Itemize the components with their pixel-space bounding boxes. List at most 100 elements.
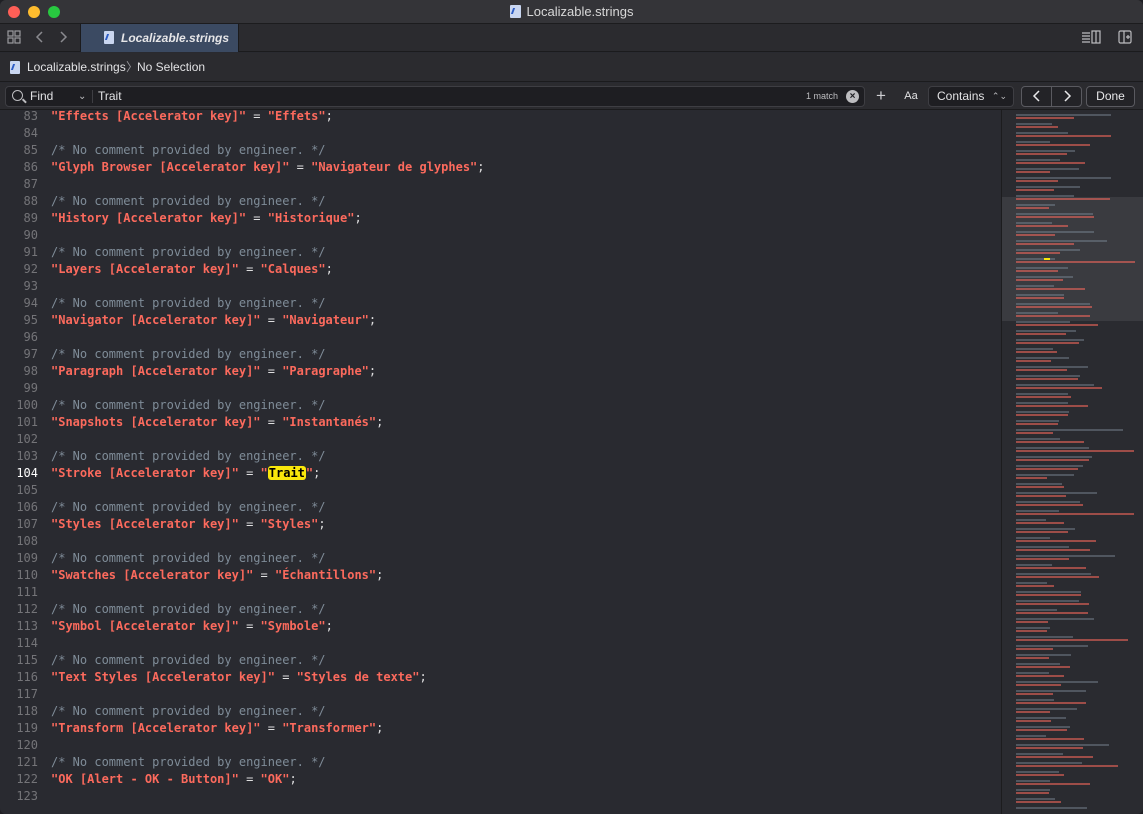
match-type-select[interactable]: Contains ⌃⌄ (928, 86, 1014, 107)
comment-text: /* No comment provided by engineer. */ (51, 551, 326, 565)
line-number: 123 (16, 789, 38, 803)
minimap-line (1016, 456, 1092, 458)
string-key: "Stroke [Accelerator key]" (51, 466, 239, 480)
minimap-line (1016, 708, 1077, 710)
minimap-line (1016, 306, 1092, 308)
minimap-line (1016, 423, 1058, 425)
minimap-line (1016, 582, 1047, 584)
line-number: 85 (23, 143, 38, 157)
minimap-line (1016, 195, 1074, 197)
assign-operator: = (238, 517, 261, 531)
minimap-line (1016, 531, 1068, 533)
line-number: 94 (23, 296, 38, 310)
source-editor[interactable]: 83 "Effects [Accelerator key]" = "Effets"… (0, 110, 1001, 814)
minimap-line (1016, 612, 1088, 614)
assign-operator: = (253, 568, 275, 582)
string-value: "Calques" (260, 262, 326, 276)
minimap-line (1016, 801, 1061, 803)
forward-arrow-icon[interactable] (55, 30, 71, 46)
line-number: 119 (16, 721, 38, 735)
minimap-line (1016, 783, 1090, 785)
minimap-line (1016, 441, 1084, 443)
minimap-line (1016, 690, 1086, 692)
line-number: 118 (16, 704, 38, 718)
find-mode-menu[interactable]: Find (30, 87, 53, 106)
line-number: 111 (16, 585, 38, 599)
minimap-line (1016, 402, 1068, 404)
add-editor-icon[interactable] (1117, 30, 1133, 46)
back-arrow-icon[interactable] (32, 30, 48, 46)
minimap-line (1016, 438, 1060, 440)
add-pattern-icon[interactable]: + (872, 86, 890, 107)
semicolon: ; (376, 415, 384, 429)
match-case-button[interactable]: Aa (900, 86, 922, 107)
minimap[interactable] (1001, 110, 1143, 814)
minimap-line (1016, 432, 1053, 434)
line-number: 116 (16, 670, 38, 684)
comment-text: /* No comment provided by engineer. */ (51, 704, 326, 718)
line-content: "Effects [Accelerator key]" = "Effets"; (51, 110, 333, 125)
minimap-line (1016, 798, 1055, 800)
minimap-line (1016, 321, 1070, 323)
minimap-line (1016, 198, 1110, 200)
minimap-line (1016, 675, 1064, 677)
minimap-line (1016, 735, 1046, 737)
minimap-line (1016, 666, 1070, 668)
minimap-line (1016, 744, 1109, 746)
minimap-line (1016, 621, 1048, 623)
minimap-line (1016, 189, 1054, 191)
minimap-line (1016, 339, 1084, 341)
string-value: "Historique" (267, 211, 355, 225)
adjust-editor-options-icon[interactable] (1080, 30, 1102, 46)
next-match-button[interactable] (1052, 87, 1082, 106)
find-field[interactable]: Find ⌄ Trait 1 match × (5, 86, 865, 107)
line-content: /* No comment provided by engineer. */ (51, 448, 326, 465)
line-number: 122 (16, 772, 38, 786)
line-number: 84 (23, 126, 38, 140)
minimap-line (1016, 765, 1118, 767)
find-input[interactable]: Trait (98, 87, 122, 106)
line-number: 83 (23, 110, 38, 123)
minimap-line (1016, 123, 1052, 125)
line-content: "OK [Alert - OK - Button]" = "OK"; (51, 771, 297, 788)
string-value: "Échantillons" (274, 568, 377, 582)
minimap-line (1016, 693, 1053, 695)
minimap-line (1016, 240, 1107, 242)
minimap-line (1016, 150, 1075, 152)
comment-text: /* No comment provided by engineer. */ (51, 296, 326, 310)
minimap-line (1016, 243, 1074, 245)
chevron-right-icon (1064, 90, 1072, 102)
string-key: "OK [Alert - OK - Button]" (51, 772, 239, 786)
previous-match-button[interactable] (1022, 87, 1052, 106)
minimap-line (1016, 234, 1055, 236)
minimap-line (1016, 393, 1068, 395)
minimap-line (1016, 297, 1064, 299)
done-button[interactable]: Done (1086, 86, 1135, 107)
line-number: 107 (16, 517, 38, 531)
line-number: 117 (16, 687, 38, 701)
minimap-line (1016, 549, 1090, 551)
minimap-line (1016, 645, 1088, 647)
minimap-line (1016, 738, 1084, 740)
minimap-line (1016, 366, 1088, 368)
minimap-line (1016, 558, 1069, 560)
breadcrumb-selection[interactable]: No Selection (137, 53, 205, 82)
grid-icon[interactable] (6, 30, 22, 46)
chevron-down-icon[interactable]: ⌄ (78, 87, 86, 106)
minimap-line (1016, 663, 1060, 665)
semicolon: ; (325, 110, 333, 123)
minimap-line (1016, 609, 1057, 611)
assign-operator: = (274, 670, 297, 684)
minimap-line (1016, 711, 1050, 713)
line-number: 114 (16, 636, 38, 650)
minimap-line (1016, 639, 1128, 641)
breadcrumb-file[interactable]: Localizable.strings (27, 53, 126, 82)
minimap-line (1016, 144, 1090, 146)
line-content: /* No comment provided by engineer. */ (51, 295, 326, 312)
clear-search-icon[interactable]: × (846, 90, 859, 103)
line-number: 88 (23, 194, 38, 208)
string-key: "Snapshots [Accelerator key]" (51, 415, 261, 429)
tab-localizable-strings[interactable]: Localizable.strings (80, 24, 239, 52)
minimap-line (1016, 252, 1060, 254)
strings-file-icon (10, 61, 20, 74)
